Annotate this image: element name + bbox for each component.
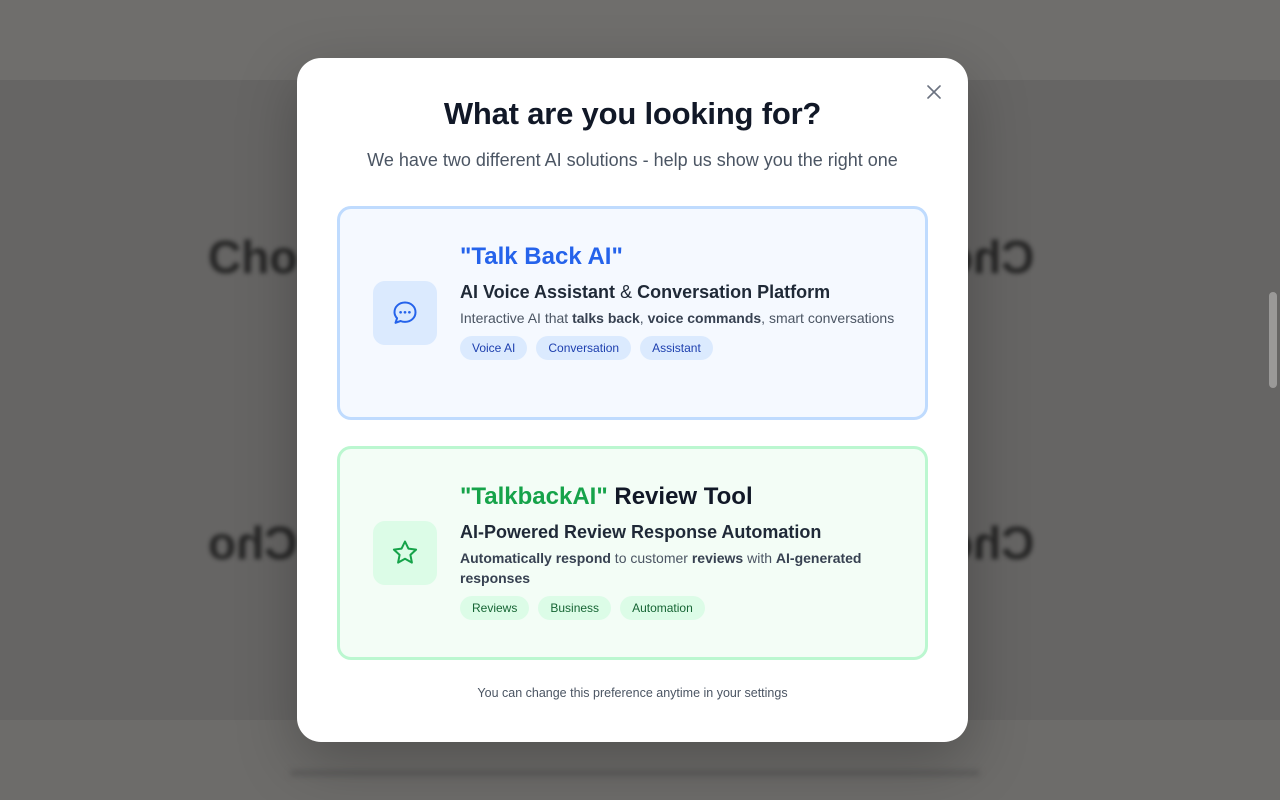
tag: Automation xyxy=(620,596,705,620)
tag: Assistant xyxy=(640,336,713,360)
option-tags: Voice AI Conversation Assistant xyxy=(460,336,900,360)
option-title: "Talk Back AI" xyxy=(460,243,900,271)
modal-title: What are you looking for? xyxy=(443,96,822,131)
preference-footnote: You can change this preference anytime i… xyxy=(477,686,788,700)
tag: Voice AI xyxy=(460,336,528,360)
option-heading: AI Voice Assistant & Conversation Platfo… xyxy=(460,281,900,303)
chat-bubble-icon xyxy=(393,301,417,324)
background-line xyxy=(290,770,980,776)
option-title: "TalkbackAI" Review Tool xyxy=(460,483,900,511)
desc-segment: with xyxy=(743,550,776,566)
option-body: "TalkbackAI" Review Tool AI-Powered Revi… xyxy=(460,483,900,620)
option-heading-part1: AI Voice Assistant xyxy=(460,282,616,302)
page-scrollbar[interactable] xyxy=(1266,0,1280,800)
desc-segment: Interactive AI that xyxy=(460,310,573,326)
desc-segment-bold: Automatically respond xyxy=(460,550,611,566)
option-tags: Reviews Business Automation xyxy=(460,596,900,620)
star-icon xyxy=(392,540,418,564)
scrollbar-thumb[interactable] xyxy=(1269,292,1277,388)
background-word: Cho xyxy=(208,517,298,569)
desc-segment: , xyxy=(639,310,648,326)
option-title-rest: Review Tool xyxy=(607,483,753,510)
tag: Reviews xyxy=(460,596,530,620)
option-title-quoted: "TalkbackAI" xyxy=(460,483,608,510)
option-description: Automatically respond to customer review… xyxy=(460,548,900,588)
preference-modal: What are you looking for? We have two di… xyxy=(297,58,968,742)
desc-segment: to customer xyxy=(610,550,692,566)
tag: Business xyxy=(538,596,612,620)
desc-segment: , smart conversations xyxy=(761,310,895,326)
option-card-review-tool[interactable]: "TalkbackAI" Review Tool AI-Powered Revi… xyxy=(337,446,928,660)
option-body: "Talk Back AI" AI Voice Assistant & Conv… xyxy=(460,243,900,360)
option-heading-amp: & xyxy=(615,282,638,302)
option-heading-part1: AI-Powered Review Response Automation xyxy=(460,522,822,542)
option-icon-box xyxy=(373,281,437,345)
desc-segment-bold: reviews xyxy=(691,550,744,566)
option-heading: AI-Powered Review Response Automation xyxy=(460,521,900,543)
tag: Conversation xyxy=(536,336,632,360)
option-heading-part2: Conversation Platform xyxy=(637,282,831,302)
option-card-talk-back-ai[interactable]: "Talk Back AI" AI Voice Assistant & Conv… xyxy=(337,206,928,420)
desc-segment-bold: talks back xyxy=(572,310,640,326)
option-title-quoted: "Talk Back AI" xyxy=(460,243,623,270)
modal-subtitle: We have two different AI solutions - hel… xyxy=(367,150,898,170)
background-word: Cho xyxy=(208,231,298,283)
option-icon-box xyxy=(373,521,437,585)
option-description: Interactive AI that talks back, voice co… xyxy=(460,308,900,328)
desc-segment-bold: voice commands xyxy=(647,310,762,326)
